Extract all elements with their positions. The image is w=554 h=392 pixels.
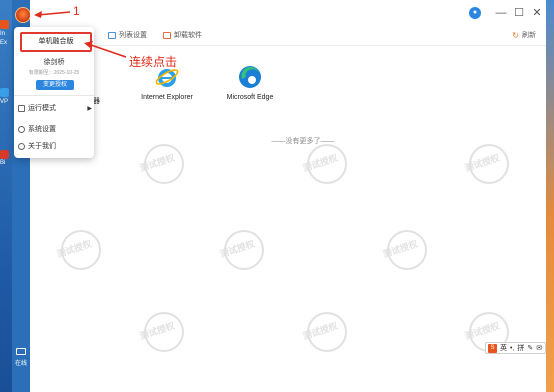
ime-pinyin[interactable]: 拼 [517,343,524,353]
uninstall-icon [163,31,171,39]
gear-icon [18,125,25,133]
desktop-left-strip: In Ex VP Bi [0,0,12,392]
edge-icon [239,66,261,88]
maximize-button[interactable]: ☐ [512,6,526,20]
menu-item-run-mode[interactable]: 运行模式 ▶ [18,101,92,115]
user-icon[interactable]: ● [469,7,481,19]
app-tile-label: Internet Explorer [141,94,193,101]
username: 徐剑桥 [43,59,65,66]
toolbar: 列表设置 卸载软件 ↻ 刷新 [30,26,546,46]
title-bar: ● — ☐ ✕ [30,0,546,26]
uninstall-label: 卸载软件 [174,32,202,39]
refresh-icon: ↻ [512,30,519,40]
menu-item-label: 系统设置 [28,126,56,133]
ime-pen-icon[interactable]: ✎ [527,344,533,352]
menu-item-settings[interactable]: 系统设置 [18,122,92,136]
info-icon [18,142,25,150]
menu-divider [14,95,94,96]
main-window: ● — ☐ ✕ 列表设置 卸载软件 ↻ 刷新 器 Internet Explor… [30,0,546,392]
refresh-button[interactable]: ↻ 刷新 [512,30,536,40]
instruction-label: 连续点击 [129,55,178,69]
expiry-date: 有限期至：2025-10-25 [28,70,80,76]
version-label[interactable]: 单机融合版 [20,32,92,52]
ime-lang[interactable]: 英 [500,343,507,353]
desktop-app-badge[interactable] [0,150,9,159]
desktop-label: Ex [0,40,8,46]
desktop-wallpaper-edge [546,0,554,392]
desktop-label: Bi [0,160,6,166]
ime-mail-icon[interactable]: ✉ [536,344,542,352]
desktop-label: In [0,31,6,37]
desktop-label: VP [0,99,9,105]
list-icon [108,31,116,39]
chevron-right-icon: ▶ [87,105,92,112]
list-settings-label: 列表设置 [119,32,147,39]
online-status[interactable]: 在线 [12,348,30,367]
close-button[interactable]: ✕ [530,6,544,20]
step-number: 1 [73,4,80,18]
refresh-label: 刷新 [522,32,536,39]
mode-icon [18,104,25,112]
empty-hint: ——没有更多了—— [271,138,335,145]
app-tile-edge[interactable]: Microsoft Edge [215,64,285,101]
menu-item-label: 运行模式 [28,105,56,112]
list-settings-button[interactable]: 列表设置 [108,30,147,40]
ime-toolbar: S 英 •, 拼 ✎ ✉ [485,342,546,354]
online-status-label: 在线 [14,361,27,367]
app-tile-label: Microsoft Edge [226,94,274,101]
account-menu: 单机融合版 徐剑桥 有限期至：2025-10-25 变更授权 运行模式 ▶ 系统… [14,27,94,158]
minimize-button[interactable]: — [494,6,508,20]
app-tile-label: 器 [93,98,100,105]
ime-punct[interactable]: •, [510,345,514,352]
desktop-app-badge[interactable] [0,20,9,29]
app-logo-button[interactable] [15,7,31,23]
uninstall-button[interactable]: 卸载软件 [163,30,202,40]
menu-item-about[interactable]: 关于我们 [18,139,92,153]
monitor-icon [16,348,26,355]
change-auth-button[interactable]: 变更授权 [36,80,74,90]
sogou-icon[interactable]: S [488,343,497,353]
menu-item-label: 关于我们 [28,143,56,150]
desktop-app-badge[interactable] [0,88,9,97]
